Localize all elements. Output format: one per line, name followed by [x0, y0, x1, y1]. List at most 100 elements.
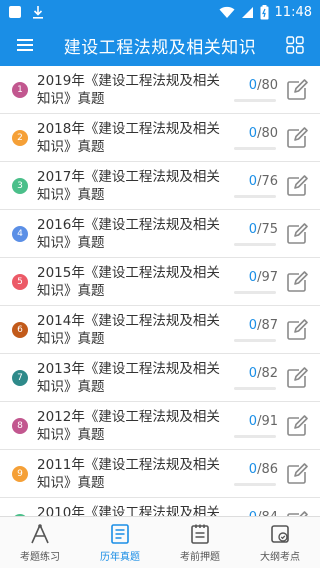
item-title: 2010年《建设工程法规及相关知识》真题: [37, 505, 220, 516]
grid-icon: [286, 36, 304, 54]
edit-icon[interactable]: [286, 79, 308, 101]
edit-icon[interactable]: [286, 127, 308, 149]
item-progress-count: 0/76: [236, 174, 278, 189]
item-progress-bar: [234, 195, 276, 198]
item-number-badge: 4: [12, 226, 28, 242]
item-progress-bar: [234, 147, 276, 150]
item-number-badge: 2: [12, 130, 28, 146]
item-progress-bar: [234, 291, 276, 294]
item-progress-bar: [234, 435, 276, 438]
item-progress-bar: [234, 339, 276, 342]
edit-icon[interactable]: [286, 223, 308, 245]
page-title: 建设工程法规及相关知识: [63, 37, 257, 58]
item-title: 2015年《建设工程法规及相关知识》真题: [37, 265, 220, 299]
item-done-count: 0: [248, 270, 258, 285]
edit-icon[interactable]: [286, 463, 308, 485]
item-title: 2014年《建设工程法规及相关知识》真题: [37, 313, 220, 347]
edit-icon[interactable]: [286, 319, 308, 341]
status-time: 11:48: [274, 4, 312, 20]
edit-icon[interactable]: [286, 175, 308, 197]
tab-label: 大纲考点: [260, 551, 300, 563]
item-number-badge: 5: [12, 274, 28, 290]
item-progress-count: 0/91: [236, 414, 278, 429]
download-icon: [33, 6, 43, 19]
list-item[interactable]: 7 2013年《建设工程法规及相关知识》真题 0/82: [0, 354, 320, 402]
list-item[interactable]: 1 2019年《建设工程法规及相关知识》真题 0/80: [0, 66, 320, 114]
edit-icon[interactable]: [286, 271, 308, 293]
list-item[interactable]: 2 2018年《建设工程法规及相关知识》真题 0/80: [0, 114, 320, 162]
item-title: 2016年《建设工程法规及相关知识》真题: [37, 217, 220, 251]
tab-label: 考题练习: [20, 551, 60, 563]
hamburger-menu-icon: [17, 39, 33, 51]
list-item[interactable]: 3 2017年《建设工程法规及相关知识》真题 0/76: [0, 162, 320, 210]
document-icon: [111, 523, 129, 544]
list-item[interactable]: 8 2012年《建设工程法规及相关知识》真题 0/91: [0, 402, 320, 450]
battery-icon: [260, 4, 269, 19]
item-number-badge: 1: [12, 82, 28, 98]
tab-past-exams[interactable]: 历年真题: [80, 517, 160, 568]
item-total-count: /87: [257, 318, 278, 333]
list-item[interactable]: 6 2014年《建设工程法规及相关知识》真题 0/87: [0, 306, 320, 354]
item-total-count: /86: [257, 462, 278, 477]
item-progress-count: 0/87: [236, 318, 278, 333]
item-number-badge: 6: [12, 322, 28, 338]
item-title: 2019年《建设工程法规及相关知识》真题: [37, 73, 220, 107]
item-done-count: 0: [248, 174, 258, 189]
item-total-count: /82: [257, 366, 278, 381]
item-done-count: 0: [248, 318, 258, 333]
item-progress-bar: [234, 99, 276, 102]
item-done-count: 0: [248, 366, 258, 381]
item-number-badge: 8: [12, 418, 28, 434]
edit-icon[interactable]: [286, 367, 308, 389]
item-total-count: /97: [257, 270, 278, 285]
item-progress-count: 0/86: [236, 462, 278, 477]
item-total-count: /80: [257, 126, 278, 141]
grid-view-button[interactable]: [270, 24, 320, 66]
list-item[interactable]: 5 2015年《建设工程法规及相关知识》真题 0/97: [0, 258, 320, 306]
item-progress-bar: [234, 387, 276, 390]
item-done-count: 0: [248, 126, 258, 141]
tab-syllabus[interactable]: 大纲考点: [240, 517, 320, 568]
item-total-count: /80: [257, 78, 278, 93]
checkbox-icon: [271, 524, 289, 543]
item-title: 2011年《建设工程法规及相关知识》真题: [37, 457, 220, 491]
edit-icon[interactable]: [286, 415, 308, 437]
item-done-count: 0: [248, 462, 258, 477]
exam-list: 1 2019年《建设工程法规及相关知识》真题 0/80 2 2018年《建设工程…: [0, 66, 320, 516]
item-done-count: 0: [248, 222, 258, 237]
item-done-count: 0: [248, 414, 258, 429]
compass-icon: [31, 523, 49, 543]
item-done-count: 0: [248, 78, 258, 93]
app-bar: 建设工程法规及相关知识: [0, 24, 320, 66]
list-item[interactable]: 10 2010年《建设工程法规及相关知识》真题 0/84: [0, 498, 320, 516]
item-title: 2018年《建设工程法规及相关知识》真题: [37, 121, 220, 155]
item-progress-count: 0/97: [236, 270, 278, 285]
bottom-tab-bar: 考题练习 历年真题 考前押题 大纲考点: [0, 516, 320, 568]
item-progress-bar: [234, 483, 276, 486]
tab-label: 历年真题: [100, 551, 140, 563]
item-progress-count: 0/80: [236, 126, 278, 141]
tab-predicted[interactable]: 考前押题: [160, 517, 240, 568]
wifi-icon: [219, 6, 235, 18]
item-progress-bar: [234, 243, 276, 246]
item-progress-count: 0/80: [236, 78, 278, 93]
item-number-badge: 7: [12, 370, 28, 386]
menu-button[interactable]: [0, 24, 50, 66]
tab-label: 考前押题: [180, 551, 220, 563]
item-number-badge: 3: [12, 178, 28, 194]
item-total-count: /91: [257, 414, 278, 429]
notebook-icon: [191, 524, 209, 544]
list-item[interactable]: 4 2016年《建设工程法规及相关知识》真题 0/75: [0, 210, 320, 258]
item-title: 2013年《建设工程法规及相关知识》真题: [37, 361, 220, 395]
item-progress-count: 0/75: [236, 222, 278, 237]
tab-practice[interactable]: 考题练习: [0, 517, 80, 568]
list-item[interactable]: 9 2011年《建设工程法规及相关知识》真题 0/86: [0, 450, 320, 498]
signal-icon: [241, 6, 253, 18]
status-bar: 11:48: [0, 0, 320, 24]
notification-square-icon: [9, 6, 21, 18]
item-title: 2012年《建设工程法规及相关知识》真题: [37, 409, 220, 443]
item-total-count: /76: [257, 174, 278, 189]
item-title: 2017年《建设工程法规及相关知识》真题: [37, 169, 220, 203]
item-progress-count: 0/82: [236, 366, 278, 381]
item-number-badge: 9: [12, 466, 28, 482]
